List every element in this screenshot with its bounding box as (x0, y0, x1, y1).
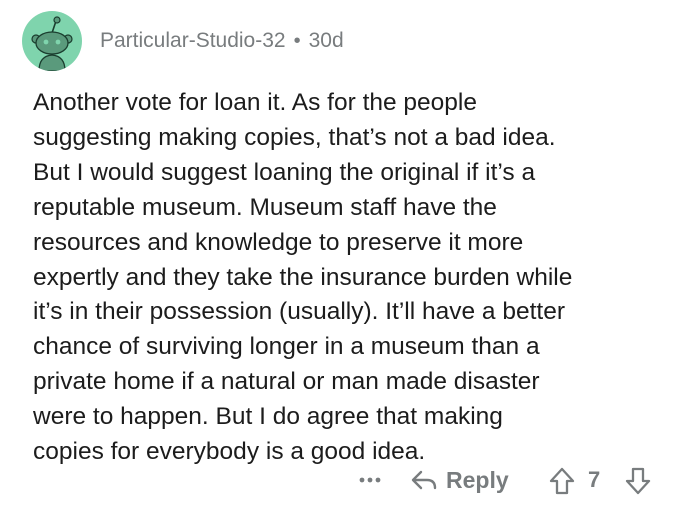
snoo-avatar-icon (31, 16, 73, 71)
comment-meta: Particular-Studio-32 • 30d (100, 29, 344, 53)
ellipsis-icon (359, 477, 381, 483)
upvote-arrow-icon (549, 467, 575, 495)
comment-age[interactable]: 30d (309, 29, 344, 53)
comment-body-line: were to happen. But I do agree that maki… (33, 403, 503, 431)
comment-body-line: suggesting making copies, that’s not a b… (33, 123, 556, 151)
comment-body-line: reputable museum. Museum staff have the (33, 193, 497, 221)
comment-body: Another vote for loan it. As for the peo… (33, 86, 688, 470)
comment-header: Particular-Studio-32 • 30d (22, 11, 344, 71)
comment-body-line: private home if a natural or man made di… (33, 368, 540, 396)
comment-body-line: But I would suggest loaning the original… (33, 158, 536, 186)
vote-score: 7 (588, 467, 601, 492)
reply-label: Reply (446, 466, 509, 493)
comment-body-line: Another vote for loan it. As for the peo… (33, 89, 478, 116)
reply-button[interactable]: Reply (410, 462, 509, 498)
meta-separator: • (293, 29, 301, 52)
more-options-button[interactable] (355, 462, 385, 498)
comment-body-line: chance of surviving longer in a museum t… (33, 333, 540, 361)
comment-body-line: expertly and they take the insurance bur… (33, 263, 573, 291)
downvote-arrow-icon (625, 467, 651, 495)
upvote-button[interactable] (548, 466, 576, 496)
avatar[interactable] (22, 11, 82, 71)
comment-body-line: it’s in their possession (usually). It’l… (33, 298, 565, 326)
author-name[interactable]: Particular-Studio-32 (100, 29, 286, 53)
comment-actions: Reply 7 (0, 462, 700, 498)
comment-body-line: resources and knowledge to preserve it m… (33, 228, 524, 256)
downvote-button[interactable] (624, 466, 652, 496)
comment-card: Particular-Studio-32 • 30d Another vote … (0, 0, 700, 511)
reply-arrow-icon (411, 470, 437, 490)
